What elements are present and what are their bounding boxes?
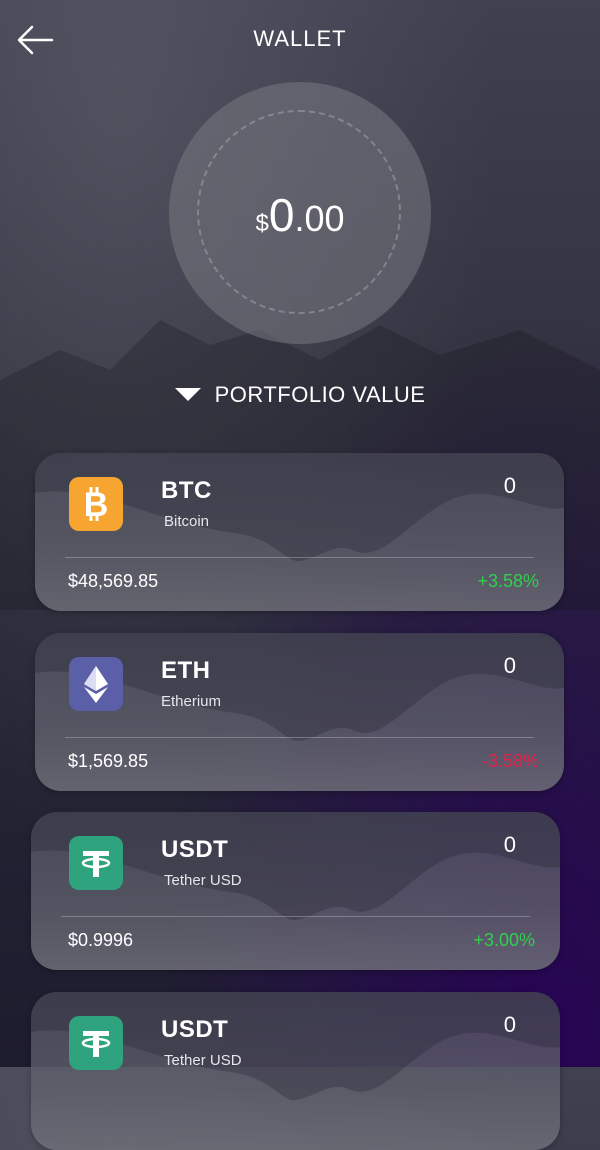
coin-quantity: 0 xyxy=(503,1012,516,1037)
coin-card-usdt[interactable]: USDT Tether USD 0 $0.9996 +3.00% xyxy=(31,812,560,970)
coin-quantity: 0 xyxy=(503,832,516,857)
coin-name: Tether USD xyxy=(164,872,242,889)
coin-price: $1,569.85 xyxy=(68,751,149,771)
divider xyxy=(61,916,530,917)
ethereum-icon xyxy=(69,657,123,711)
coin-symbol: BTC xyxy=(161,477,212,504)
divider xyxy=(65,557,534,558)
header: WALLET xyxy=(0,0,600,80)
coin-symbol: USDT xyxy=(161,1016,229,1043)
coin-name: Tether USD xyxy=(164,1052,242,1069)
value-decimal: .00 xyxy=(294,198,345,239)
coin-card-usdt-2[interactable]: USDT Tether USD 0 xyxy=(31,992,560,1150)
portfolio-value-label: PORTFOLIO VALUE xyxy=(214,382,426,407)
coin-quantity: 0 xyxy=(503,473,516,498)
value-integer: 0 xyxy=(268,189,295,241)
portfolio-value: $0.00 xyxy=(169,192,431,238)
coin-price: $48,569.85 xyxy=(68,571,159,591)
coin-change: -3.58% xyxy=(481,751,539,771)
coin-symbol: ETH xyxy=(161,657,211,684)
coin-name: Bitcoin xyxy=(164,513,210,530)
coin-card-eth[interactable]: ETH Etherium 0 $1,569.85 -3.58% xyxy=(35,633,564,791)
coin-price: $0.9996 xyxy=(68,930,134,950)
coin-name: Etherium xyxy=(161,693,222,710)
coin-symbol: USDT xyxy=(161,836,229,863)
tether-icon xyxy=(69,836,123,890)
tether-icon xyxy=(69,1016,123,1070)
caret-down-icon xyxy=(174,387,201,401)
currency-symbol: $ xyxy=(255,210,269,237)
divider xyxy=(65,737,534,738)
bitcoin-icon: B xyxy=(69,477,123,531)
portfolio-value-circle: $0.00 xyxy=(169,82,431,344)
portfolio-value-toggle[interactable]: PORTFOLIO VALUE xyxy=(0,382,600,408)
coin-change: +3.00% xyxy=(473,930,535,950)
coin-card-btc[interactable]: B BTC Bitcoin 0 $48,569.85 +3.58% xyxy=(35,453,564,611)
coin-change: +3.58% xyxy=(477,571,539,591)
coin-quantity: 0 xyxy=(503,653,516,678)
page-title: WALLET xyxy=(253,26,347,51)
